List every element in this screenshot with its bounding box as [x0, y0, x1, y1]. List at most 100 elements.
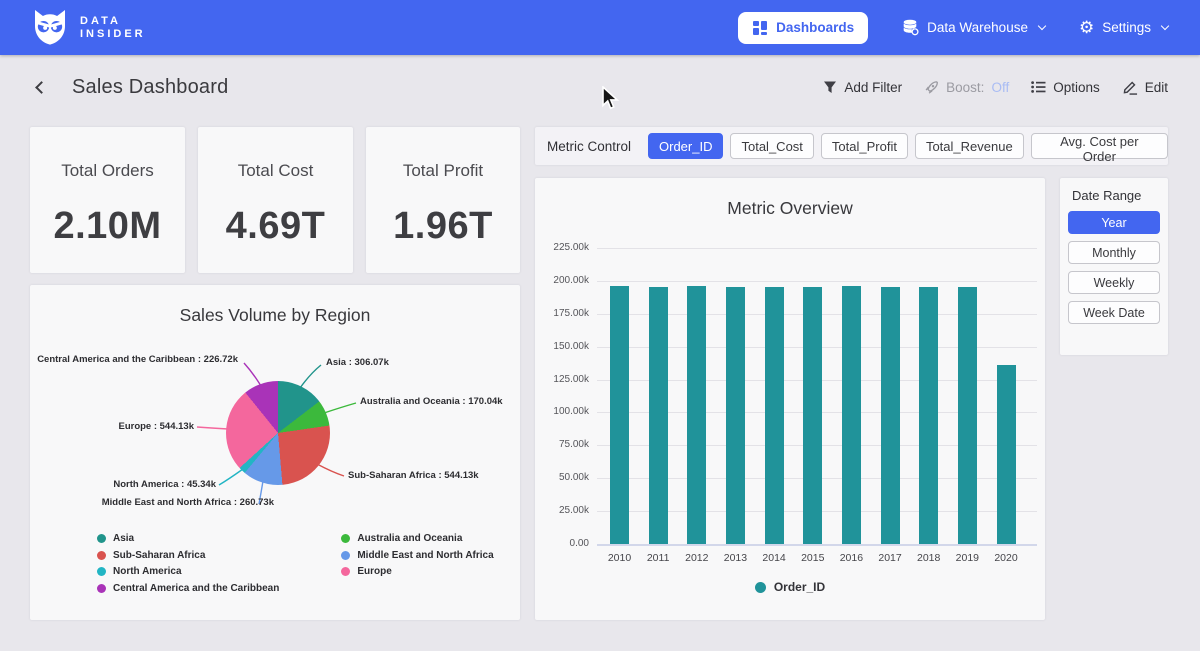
metric-option-total-profit[interactable]: Total_Profit [821, 133, 908, 159]
top-navbar: DATA INSIDER Dashboards [0, 0, 1200, 55]
bar-2019[interactable] [958, 287, 977, 544]
database-icon [902, 19, 919, 36]
metric-option-total-cost[interactable]: Total_Cost [730, 133, 813, 159]
pie-label-australia-and-oceania: Australia and Oceania : 170.04k [360, 396, 503, 407]
bar-chart-legend[interactable]: Order_ID [535, 580, 1045, 594]
y-axis-tick: 150.00k [535, 341, 589, 352]
gear-icon: ⚙ [1079, 19, 1094, 36]
pie-legend-item-middle-east-and-north-africa[interactable]: Middle East and North Africa [341, 550, 493, 561]
x-axis-tick: 2019 [948, 552, 986, 564]
edit-label: Edit [1145, 80, 1168, 95]
legend-dot [97, 584, 106, 593]
x-axis-tick: 2011 [639, 552, 677, 564]
bar-2011[interactable] [649, 287, 668, 544]
kpi-label: Total Cost [238, 161, 314, 181]
boost-label: Boost: [946, 80, 984, 95]
dashboards-grid-icon [752, 20, 768, 36]
pie-label-north-america: North America : 45.34k [113, 479, 216, 490]
chevron-left-icon [35, 81, 48, 94]
pie-label-sub-saharan-africa: Sub-Saharan Africa : 544.13k [348, 470, 479, 481]
brand-line1: DATA [80, 15, 146, 28]
pie-legend-column-1: Asia Sub-Saharan Africa North America Centr… [97, 533, 279, 594]
date-range-option-week-date[interactable]: Week Date [1068, 301, 1160, 324]
pie-legend-item-europe[interactable]: Europe [341, 566, 493, 577]
y-axis-tick: 125.00k [535, 374, 589, 385]
y-axis-tick: 50.00k [535, 472, 589, 483]
pie-legend-item-north-america[interactable]: North America [97, 566, 279, 577]
bar-2013[interactable] [726, 287, 745, 544]
metric-overview-card: Metric Overview 225.00k200.00k175.00k150… [535, 178, 1045, 620]
x-axis-tick: 2017 [871, 552, 909, 564]
legend-label: Middle East and North Africa [357, 550, 493, 561]
kpi-value: 1.96T [393, 205, 493, 248]
bar-2017[interactable] [881, 287, 900, 544]
x-axis-tick: 2016 [832, 552, 870, 564]
date-range-label: Date Range [1072, 188, 1160, 203]
x-axis-tick: 2010 [601, 552, 639, 564]
legend-label: Order_ID [774, 580, 825, 594]
dashboards-button[interactable]: Dashboards [738, 12, 868, 44]
y-axis-tick: 0.00 [535, 538, 589, 549]
x-axis-tick: 2020 [987, 552, 1025, 564]
gridline [597, 281, 1037, 282]
date-range-options: Year Monthly Weekly Week Date [1068, 211, 1160, 324]
metric-option-avg-cost-per-order[interactable]: Avg. Cost per Order [1031, 133, 1168, 159]
kpi-value: 4.69T [226, 205, 326, 248]
pie-chart-title: Sales Volume by Region [30, 305, 520, 326]
navbar-menu: Dashboards Data Warehouse ⚙ Settings [738, 12, 1168, 44]
bar-2015[interactable] [803, 287, 822, 544]
edit-button[interactable]: Edit [1122, 79, 1168, 95]
settings-menu[interactable]: ⚙ Settings [1079, 19, 1168, 36]
legend-dot [97, 551, 106, 560]
data-warehouse-label: Data Warehouse [927, 20, 1028, 35]
bar-2012[interactable] [687, 286, 706, 544]
bar-2018[interactable] [919, 287, 938, 544]
pie-label-central-america-and-the-caribbean: Central America and the Caribbean : 226.… [37, 354, 238, 365]
x-axis-tick: 2014 [755, 552, 793, 564]
date-range-panel: Date Range Year Monthly Weekly Week Date [1060, 178, 1168, 355]
pie-legend-item-asia[interactable]: Asia [97, 533, 279, 544]
x-axis-tick: 2015 [794, 552, 832, 564]
date-range-option-year[interactable]: Year [1068, 211, 1160, 234]
back-button[interactable] [30, 76, 52, 98]
legend-dot [755, 582, 766, 593]
dashboard-header: Sales Dashboard Add Filter Boost: Off [0, 55, 1200, 119]
list-icon [1031, 80, 1046, 94]
data-warehouse-menu[interactable]: Data Warehouse [902, 19, 1045, 36]
bar-2016[interactable] [842, 286, 861, 544]
pie-legend: Asia Sub-Saharan Africa North America Centr… [97, 533, 494, 594]
metric-control-bar: Metric Control Order_IDTotal_CostTotal_P… [535, 127, 1168, 165]
legend-label: Australia and Oceania [357, 533, 462, 544]
pie-legend-item-australia-and-oceania[interactable]: Australia and Oceania [341, 533, 493, 544]
metric-option-order-id[interactable]: Order_ID [648, 133, 723, 159]
brand[interactable]: DATA INSIDER [30, 9, 146, 46]
boost-toggle[interactable]: Boost: Off [924, 80, 1009, 95]
rocket-icon [924, 80, 939, 95]
x-axis-tick: 2013 [716, 552, 754, 564]
date-range-option-weekly[interactable]: Weekly [1068, 271, 1160, 294]
bar-2014[interactable] [765, 287, 784, 544]
dashboards-label: Dashboards [776, 20, 854, 35]
legend-dot [341, 551, 350, 560]
bar-2020[interactable] [997, 365, 1016, 544]
kpi-card-total-cost: Total Cost 4.69T [198, 127, 353, 273]
pie-chart[interactable] [226, 381, 330, 485]
options-button[interactable]: Options [1031, 80, 1100, 95]
y-axis-tick: 200.00k [535, 275, 589, 286]
metric-option-total-revenue[interactable]: Total_Revenue [915, 133, 1024, 159]
legend-label: Asia [113, 533, 134, 544]
bar-2010[interactable] [610, 286, 629, 544]
add-filter-button[interactable]: Add Filter [823, 80, 902, 95]
pie-legend-item-central-america-and-the-caribbean[interactable]: Central America and the Caribbean [97, 583, 279, 594]
settings-label: Settings [1102, 20, 1151, 35]
pie-legend-item-sub-saharan-africa[interactable]: Sub-Saharan Africa [97, 550, 279, 561]
dashboard-toolbar: Add Filter Boost: Off Options [823, 79, 1168, 95]
gridline [597, 544, 1037, 546]
y-axis-tick: 100.00k [535, 406, 589, 417]
boost-state: Off [991, 80, 1009, 95]
date-range-option-monthly[interactable]: Monthly [1068, 241, 1160, 264]
legend-label: Central America and the Caribbean [113, 583, 279, 594]
pie-label-asia: Asia : 306.07k [326, 357, 389, 368]
legend-label: Sub-Saharan Africa [113, 550, 205, 561]
legend-dot [341, 534, 350, 543]
